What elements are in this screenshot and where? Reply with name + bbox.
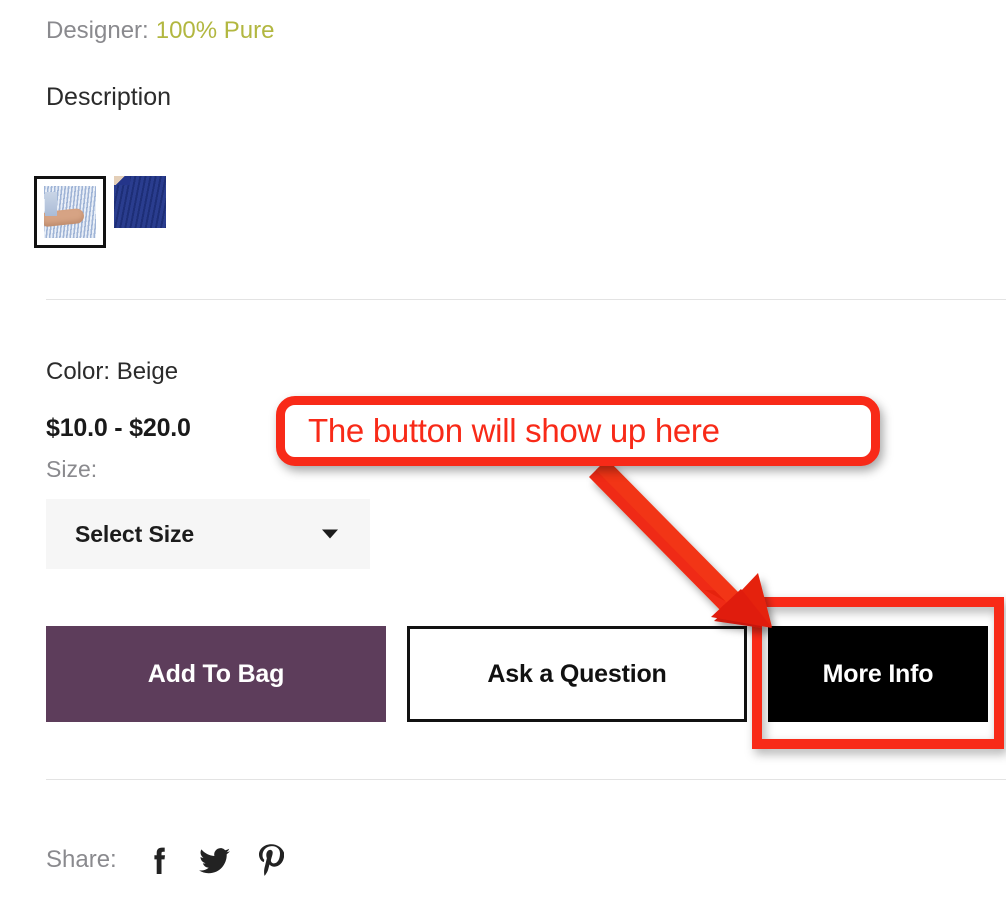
thumbnail-gallery: [34, 176, 188, 248]
share-icon-group: [147, 843, 310, 876]
striped-shirt-image: [44, 186, 96, 238]
ask-a-question-button[interactable]: Ask a Question: [407, 626, 747, 722]
price-range: $10.0 - $20.0: [46, 414, 191, 442]
color-line: Color: Beige: [46, 358, 179, 385]
navy-dress-image: [114, 176, 166, 228]
designer-label: Designer:: [46, 17, 149, 44]
divider-above-share: [46, 779, 1006, 780]
thumbnail-striped-shirt[interactable]: [34, 176, 106, 248]
designer-row: Designer: 100% Pure: [46, 16, 274, 46]
share-label: Share:: [46, 845, 117, 873]
thumbnail-navy-dress[interactable]: [114, 176, 166, 228]
description-heading: Description: [46, 83, 172, 111]
product-detail-panel: Designer: 100% Pure Description Color: Be…: [0, 0, 1006, 892]
annotation-highlight-rectangle: [752, 597, 1004, 749]
divider-above-options: [46, 299, 1006, 300]
annotation-callout-text: The button will show up here: [308, 412, 720, 449]
twitter-icon[interactable]: [198, 845, 231, 875]
share-row: Share:: [46, 843, 310, 876]
size-select-value: Select Size: [75, 520, 195, 547]
add-to-bag-button[interactable]: Add To Bag: [46, 626, 386, 722]
pinterest-icon[interactable]: [257, 843, 284, 876]
facebook-icon[interactable]: [147, 845, 173, 875]
chevron-down-icon: [322, 529, 338, 539]
designer-link[interactable]: 100% Pure: [156, 17, 275, 44]
annotation-callout: The button will show up here: [276, 396, 880, 466]
size-label: Size:: [46, 456, 98, 482]
size-select[interactable]: Select Size: [46, 499, 370, 569]
